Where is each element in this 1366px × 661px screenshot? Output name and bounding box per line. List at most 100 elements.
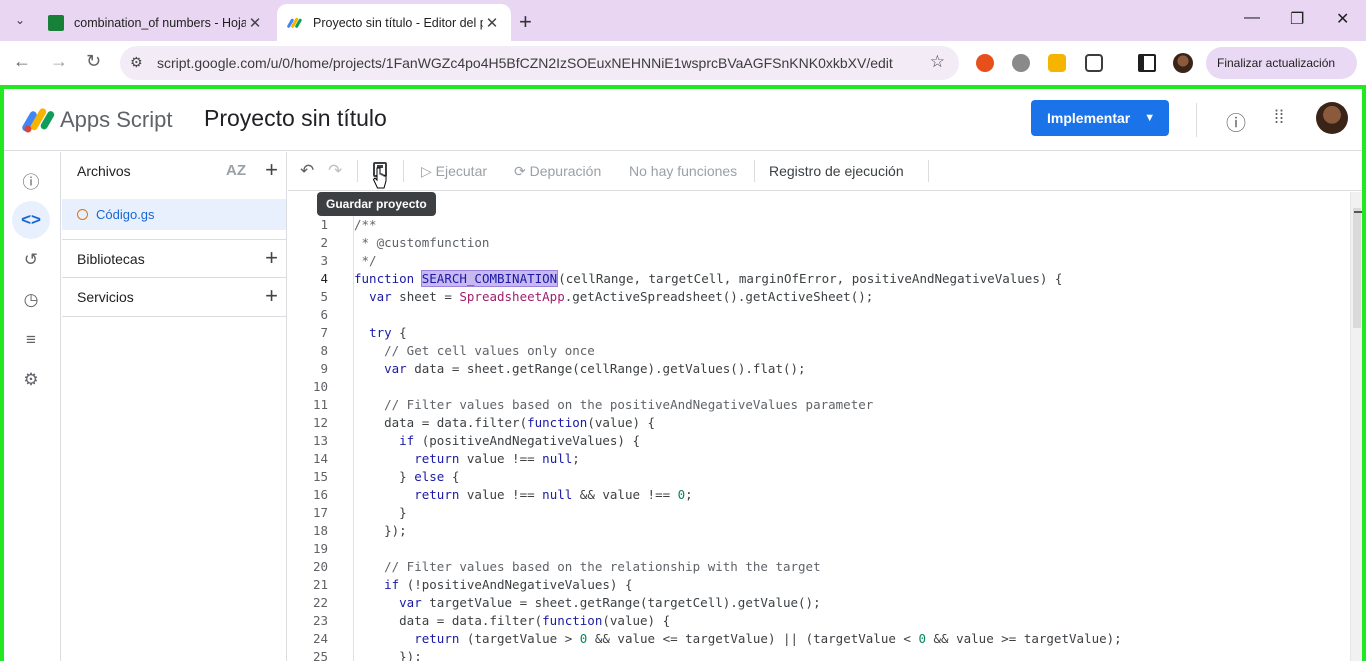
code-line[interactable]: 17 } — [288, 504, 1348, 522]
code-line[interactable]: 6 — [288, 306, 1348, 324]
run-button[interactable]: ▷ Ejecutar — [421, 163, 487, 180]
code-line[interactable]: 9 var data = sheet.getRange(cellRange).g… — [288, 360, 1348, 378]
bookmark-star-icon[interactable]: ☆ — [930, 52, 945, 72]
add-service-icon[interactable]: + — [265, 283, 278, 309]
code-text[interactable]: // Filter values based on the relationsh… — [354, 558, 821, 576]
extensions-puzzle-icon[interactable] — [1085, 54, 1103, 72]
code-line[interactable]: 5 var sheet = SpreadsheetApp.getActiveSp… — [288, 288, 1348, 306]
redo-icon[interactable]: ↷ — [328, 161, 342, 181]
code-text[interactable]: } — [354, 504, 407, 522]
scrollbar-thumb[interactable] — [1353, 208, 1361, 328]
code-text[interactable]: data = data.filter(function(value) { — [354, 414, 655, 432]
overview-info-icon[interactable]: ⓘ — [12, 161, 50, 199]
code-text[interactable]: if (positiveAndNegativeValues) { — [354, 432, 640, 450]
code-line[interactable]: 21 if (!positiveAndNegativeValues) { — [288, 576, 1348, 594]
address-bar[interactable]: ⚙ script.google.com/u/0/home/projects/1F… — [120, 46, 959, 80]
undo-icon[interactable]: ↶ — [300, 161, 314, 181]
code-line[interactable]: 2 * @customfunction — [288, 234, 1348, 252]
code-text[interactable]: if (!positiveAndNegativeValues) { — [354, 576, 632, 594]
file-name[interactable]: Código.gs — [96, 207, 155, 222]
browser-tab-apps-script[interactable]: Proyecto sin título - Editor del p ✕ — [277, 4, 511, 41]
code-text[interactable]: /** — [354, 216, 377, 234]
code-text[interactable]: } else { — [354, 468, 459, 486]
site-info-icon[interactable]: ⚙ — [130, 54, 143, 71]
code-line[interactable]: 25 }); — [288, 648, 1348, 661]
code-text[interactable]: }); — [354, 648, 422, 661]
settings-gear-icon[interactable]: ⚙ — [12, 361, 50, 399]
code-text[interactable]: return value !== null; — [354, 450, 580, 468]
tab-close-icon[interactable]: ✕ — [246, 14, 264, 32]
code-line[interactable]: 11 // Filter values based on the positiv… — [288, 396, 1348, 414]
code-editor[interactable]: 1/** 2 * @customfunction 3 */4 function SEA… — [288, 192, 1350, 661]
apps-grid-icon[interactable]: ⁞⁞ — [1274, 107, 1284, 128]
extension-fire-icon[interactable] — [976, 54, 994, 72]
debug-button[interactable]: ⟳ Depuración — [514, 163, 601, 180]
help-icon[interactable]: ⓘ — [1226, 107, 1246, 136]
history-icon[interactable]: ↺ — [12, 241, 50, 279]
restore-icon[interactable]: ❐ — [1290, 9, 1304, 29]
add-library-icon[interactable]: + — [265, 245, 278, 271]
forward-icon[interactable]: → — [50, 51, 68, 72]
code-text[interactable]: data = data.filter(function(value) { — [354, 612, 670, 630]
browser-tab-sheets[interactable]: combination_of numbers - Hoja ✕ — [38, 4, 274, 41]
file-item-codigo[interactable]: Código.gs — [62, 199, 286, 230]
code-text[interactable]: return value !== null && value !== 0; — [354, 486, 692, 504]
finish-update-button[interactable]: Finalizar actualización — [1206, 47, 1357, 79]
tab-search-icon[interactable]: ⌄ — [6, 7, 34, 33]
executions-icon[interactable]: ≡ — [12, 321, 50, 359]
project-title[interactable]: Proyecto sin título — [204, 105, 387, 132]
browser-tabstrip: ⌄ combination_of numbers - Hoja ✕ Proyec… — [0, 0, 1366, 41]
line-number: 11 — [312, 397, 328, 412]
code-line[interactable]: 20 // Filter values based on the relatio… — [288, 558, 1348, 576]
code-line[interactable]: 15 } else { — [288, 468, 1348, 486]
execution-log-button[interactable]: Registro de ejecución — [769, 163, 904, 179]
code-text[interactable]: var targetValue = sheet.getRange(targetC… — [354, 594, 820, 612]
tab-close-icon[interactable]: ✕ — [483, 14, 501, 32]
code-line[interactable]: 16 return value !== null && value !== 0; — [288, 486, 1348, 504]
code-line[interactable]: 3 */ — [288, 252, 1348, 270]
code-line[interactable]: 19 — [288, 540, 1348, 558]
line-number: 22 — [312, 595, 328, 610]
reload-icon[interactable]: ↻ — [86, 51, 101, 72]
deploy-button[interactable]: Implementar ▼ — [1031, 100, 1169, 136]
extension-yellow-icon[interactable] — [1048, 54, 1066, 72]
code-line[interactable]: 7 try { — [288, 324, 1348, 342]
editor-scrollbar[interactable] — [1350, 192, 1362, 661]
function-select[interactable]: No hay funciones — [629, 163, 737, 179]
editor-code-icon[interactable]: <> — [12, 201, 50, 239]
code-text[interactable]: */ — [354, 252, 377, 270]
code-line[interactable]: 1 /** — [288, 216, 1348, 234]
code-line[interactable]: 4 function SEARCH_COMBINATION(cellRange, … — [288, 270, 1348, 288]
code-text[interactable]: function SEARCH_COMBINATION(cellRange, t… — [354, 270, 1062, 288]
close-window-icon[interactable]: ✕ — [1336, 9, 1349, 29]
line-number: 8 — [320, 343, 328, 358]
profile-avatar[interactable] — [1173, 53, 1193, 73]
minimize-icon[interactable]: — — [1244, 9, 1260, 27]
code-line[interactable]: 18 }); — [288, 522, 1348, 540]
code-text[interactable]: }); — [354, 522, 407, 540]
code-text[interactable]: var data = sheet.getRange(cellRange).get… — [354, 360, 805, 378]
code-line[interactable]: 13 if (positiveAndNegativeValues) { — [288, 432, 1348, 450]
sort-az-icon[interactable]: AZ — [226, 162, 246, 179]
code-line[interactable]: 12 data = data.filter(function(value) { — [288, 414, 1348, 432]
code-text[interactable]: try { — [354, 324, 407, 342]
add-file-icon[interactable]: + — [265, 157, 278, 183]
code-text[interactable]: // Filter values based on the positiveAn… — [354, 396, 873, 414]
avatar[interactable] — [1316, 102, 1348, 134]
code-line[interactable]: 10 — [288, 378, 1348, 396]
code-text[interactable]: var sheet = SpreadsheetApp.getActiveSpre… — [354, 288, 873, 306]
side-panel-icon[interactable] — [1138, 54, 1156, 72]
code-line[interactable]: 14 return value !== null; — [288, 450, 1348, 468]
code-text[interactable]: * @customfunction — [354, 234, 490, 252]
code-line[interactable]: 22 var targetValue = sheet.getRange(targ… — [288, 594, 1348, 612]
extension-skype-icon[interactable] — [1012, 54, 1030, 72]
code-line[interactable]: 24 return (targetValue > 0 && value <= t… — [288, 630, 1348, 648]
code-text[interactable]: return (targetValue > 0 && value <= targ… — [354, 630, 1121, 648]
triggers-alarm-icon[interactable]: ◷ — [12, 281, 50, 319]
new-tab-icon[interactable]: + — [519, 9, 532, 35]
code-line[interactable]: 8 // Get cell values only once — [288, 342, 1348, 360]
back-icon[interactable]: ← — [13, 51, 31, 72]
code-line[interactable]: 23 data = data.filter(function(value) { — [288, 612, 1348, 630]
url-text[interactable]: script.google.com/u/0/home/projects/1Fan… — [157, 55, 893, 71]
code-text[interactable]: // Get cell values only once — [354, 342, 595, 360]
